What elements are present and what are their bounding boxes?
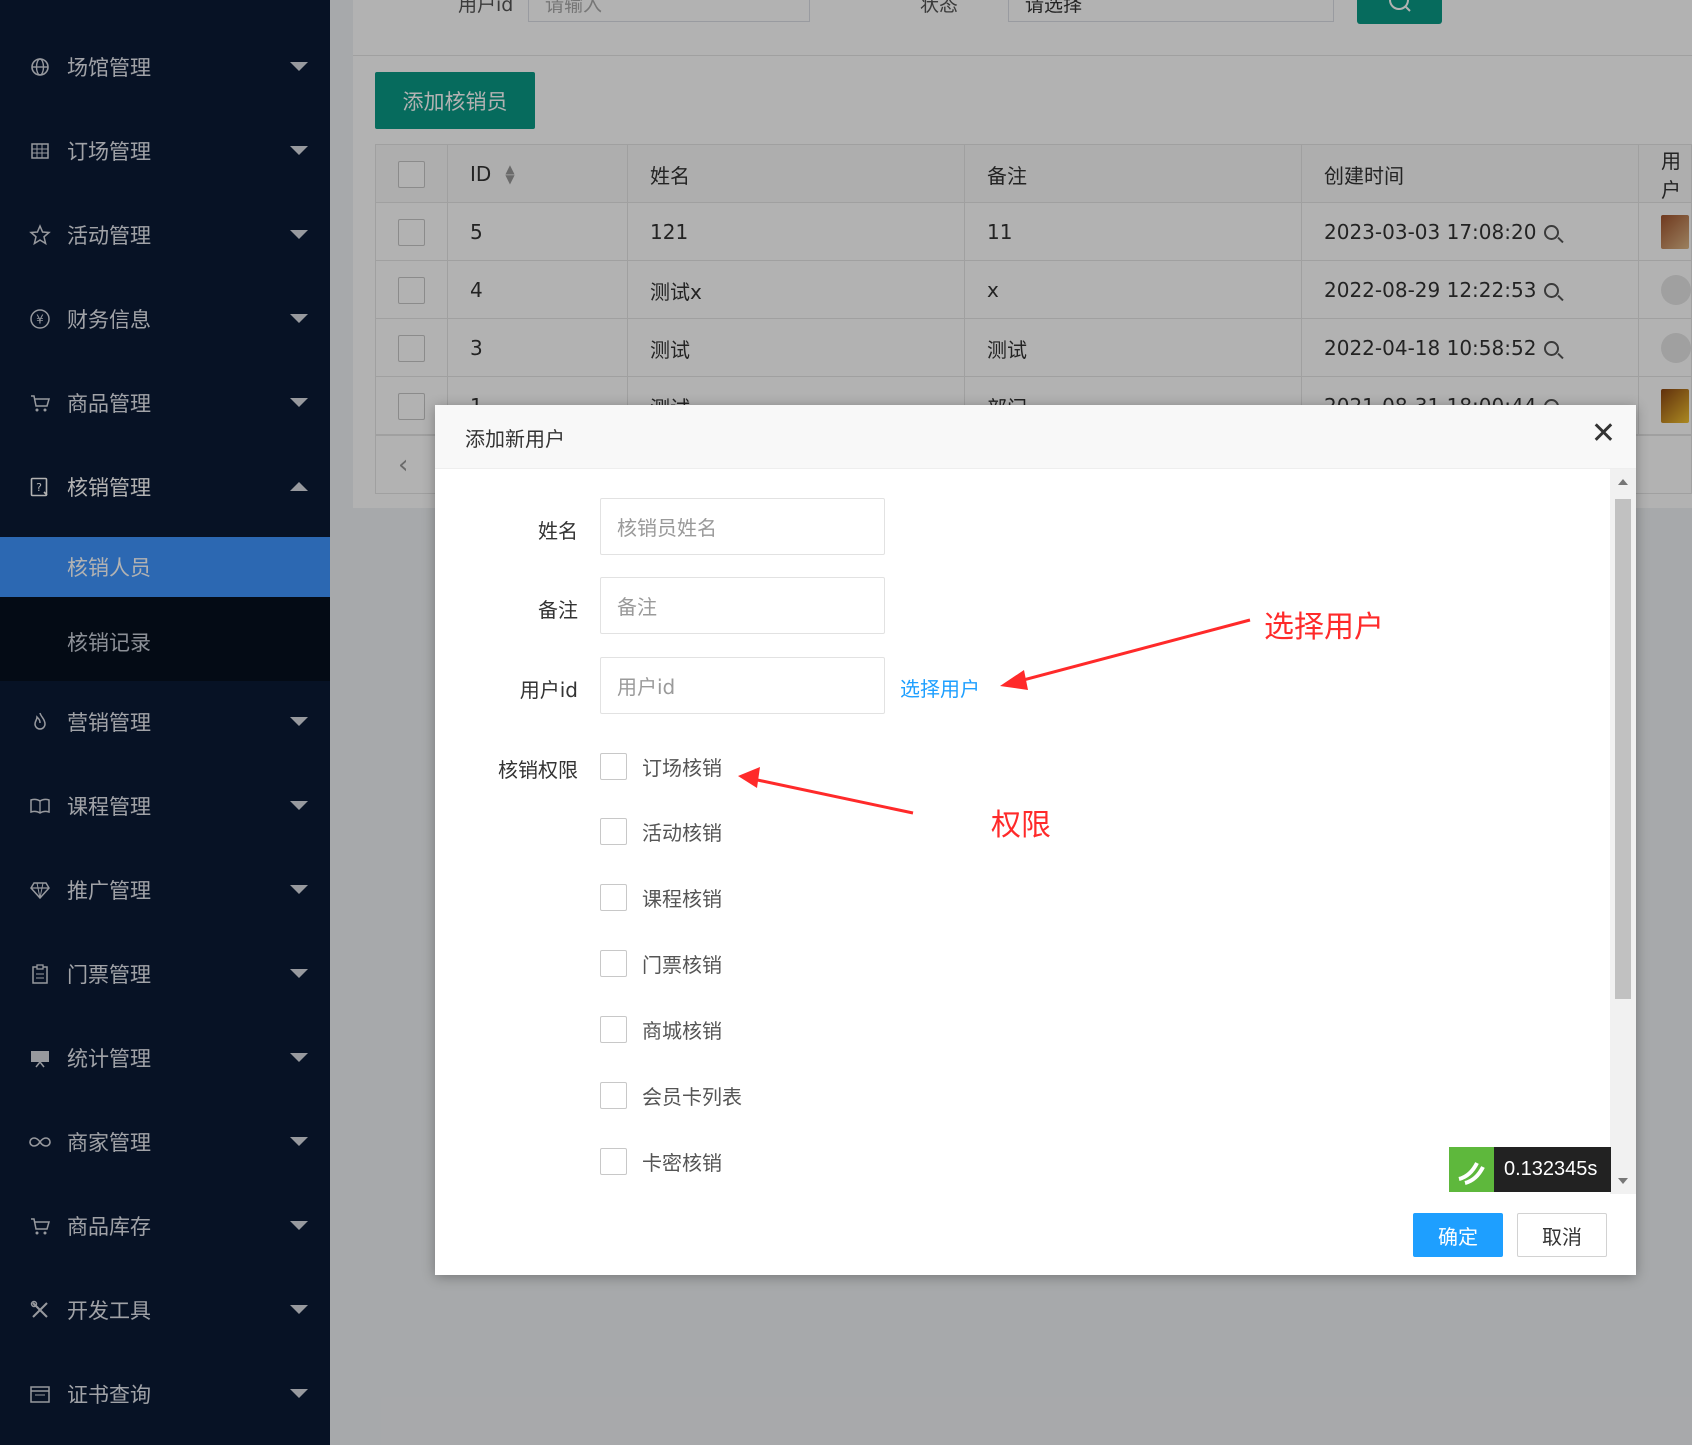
scroll-down-arrow-icon[interactable] [1618, 1178, 1628, 1184]
checkbox[interactable] [600, 1081, 627, 1109]
checkbox[interactable] [600, 949, 627, 977]
permission-option-cardkey[interactable]: 卡密核销 [600, 1146, 722, 1176]
checkbox[interactable] [600, 883, 627, 911]
modal-header: 添加新用户 ✕ [435, 405, 1636, 469]
annotation-select-user: 选择用户 [1264, 610, 1384, 645]
permission-option-ticket[interactable]: 门票核销 [600, 948, 722, 978]
permission-label: 核销权限 [498, 758, 578, 782]
close-icon[interactable]: ✕ [1591, 419, 1616, 449]
permission-label-text: 卡密核销 [642, 1150, 722, 1175]
permission-label-text: 商城核销 [642, 1018, 722, 1043]
checkbox[interactable] [600, 752, 627, 780]
permission-label-text: 会员卡列表 [642, 1084, 742, 1109]
permission-option-booking[interactable]: 订场核销 [600, 751, 722, 781]
note-label: 备注 [538, 598, 578, 622]
permission-label-text: 课程核销 [642, 886, 722, 911]
user-id-input[interactable]: 用户id [600, 657, 885, 714]
annotation-permission: 权限 [991, 808, 1051, 843]
scroll-thumb[interactable] [1615, 499, 1631, 999]
permission-label-text: 活动核销 [642, 820, 722, 845]
confirm-button[interactable]: 确定 [1413, 1213, 1503, 1257]
name-label: 姓名 [538, 519, 578, 543]
cancel-button[interactable]: 取消 [1517, 1213, 1607, 1257]
select-user-link[interactable]: 选择用户 [900, 673, 980, 702]
thinkphp-logo-icon [1449, 1147, 1494, 1192]
name-input[interactable]: 核销员姓名 [600, 498, 885, 555]
timer-text: 0.132345s [1504, 1158, 1598, 1180]
permission-option-activity[interactable]: 活动核销 [600, 816, 722, 846]
permission-option-mall[interactable]: 商城核销 [600, 1014, 722, 1044]
permission-option-membercard[interactable]: 会员卡列表 [600, 1080, 742, 1110]
note-input[interactable]: 备注 [600, 577, 885, 634]
permission-label-text: 门票核销 [642, 952, 722, 977]
debug-timer-badge[interactable]: 0.132345s [1449, 1147, 1611, 1192]
user-id-label: 用户id [519, 678, 578, 702]
modal-scrollbar[interactable] [1610, 469, 1636, 1194]
permission-label-text: 订场核销 [642, 755, 722, 780]
checkbox[interactable] [600, 1015, 627, 1043]
scroll-up-arrow-icon[interactable] [1618, 479, 1628, 485]
modal-title: 添加新用户 [465, 427, 565, 451]
checkbox[interactable] [600, 1147, 627, 1175]
permission-option-course[interactable]: 课程核销 [600, 882, 722, 912]
checkbox[interactable] [600, 817, 627, 845]
